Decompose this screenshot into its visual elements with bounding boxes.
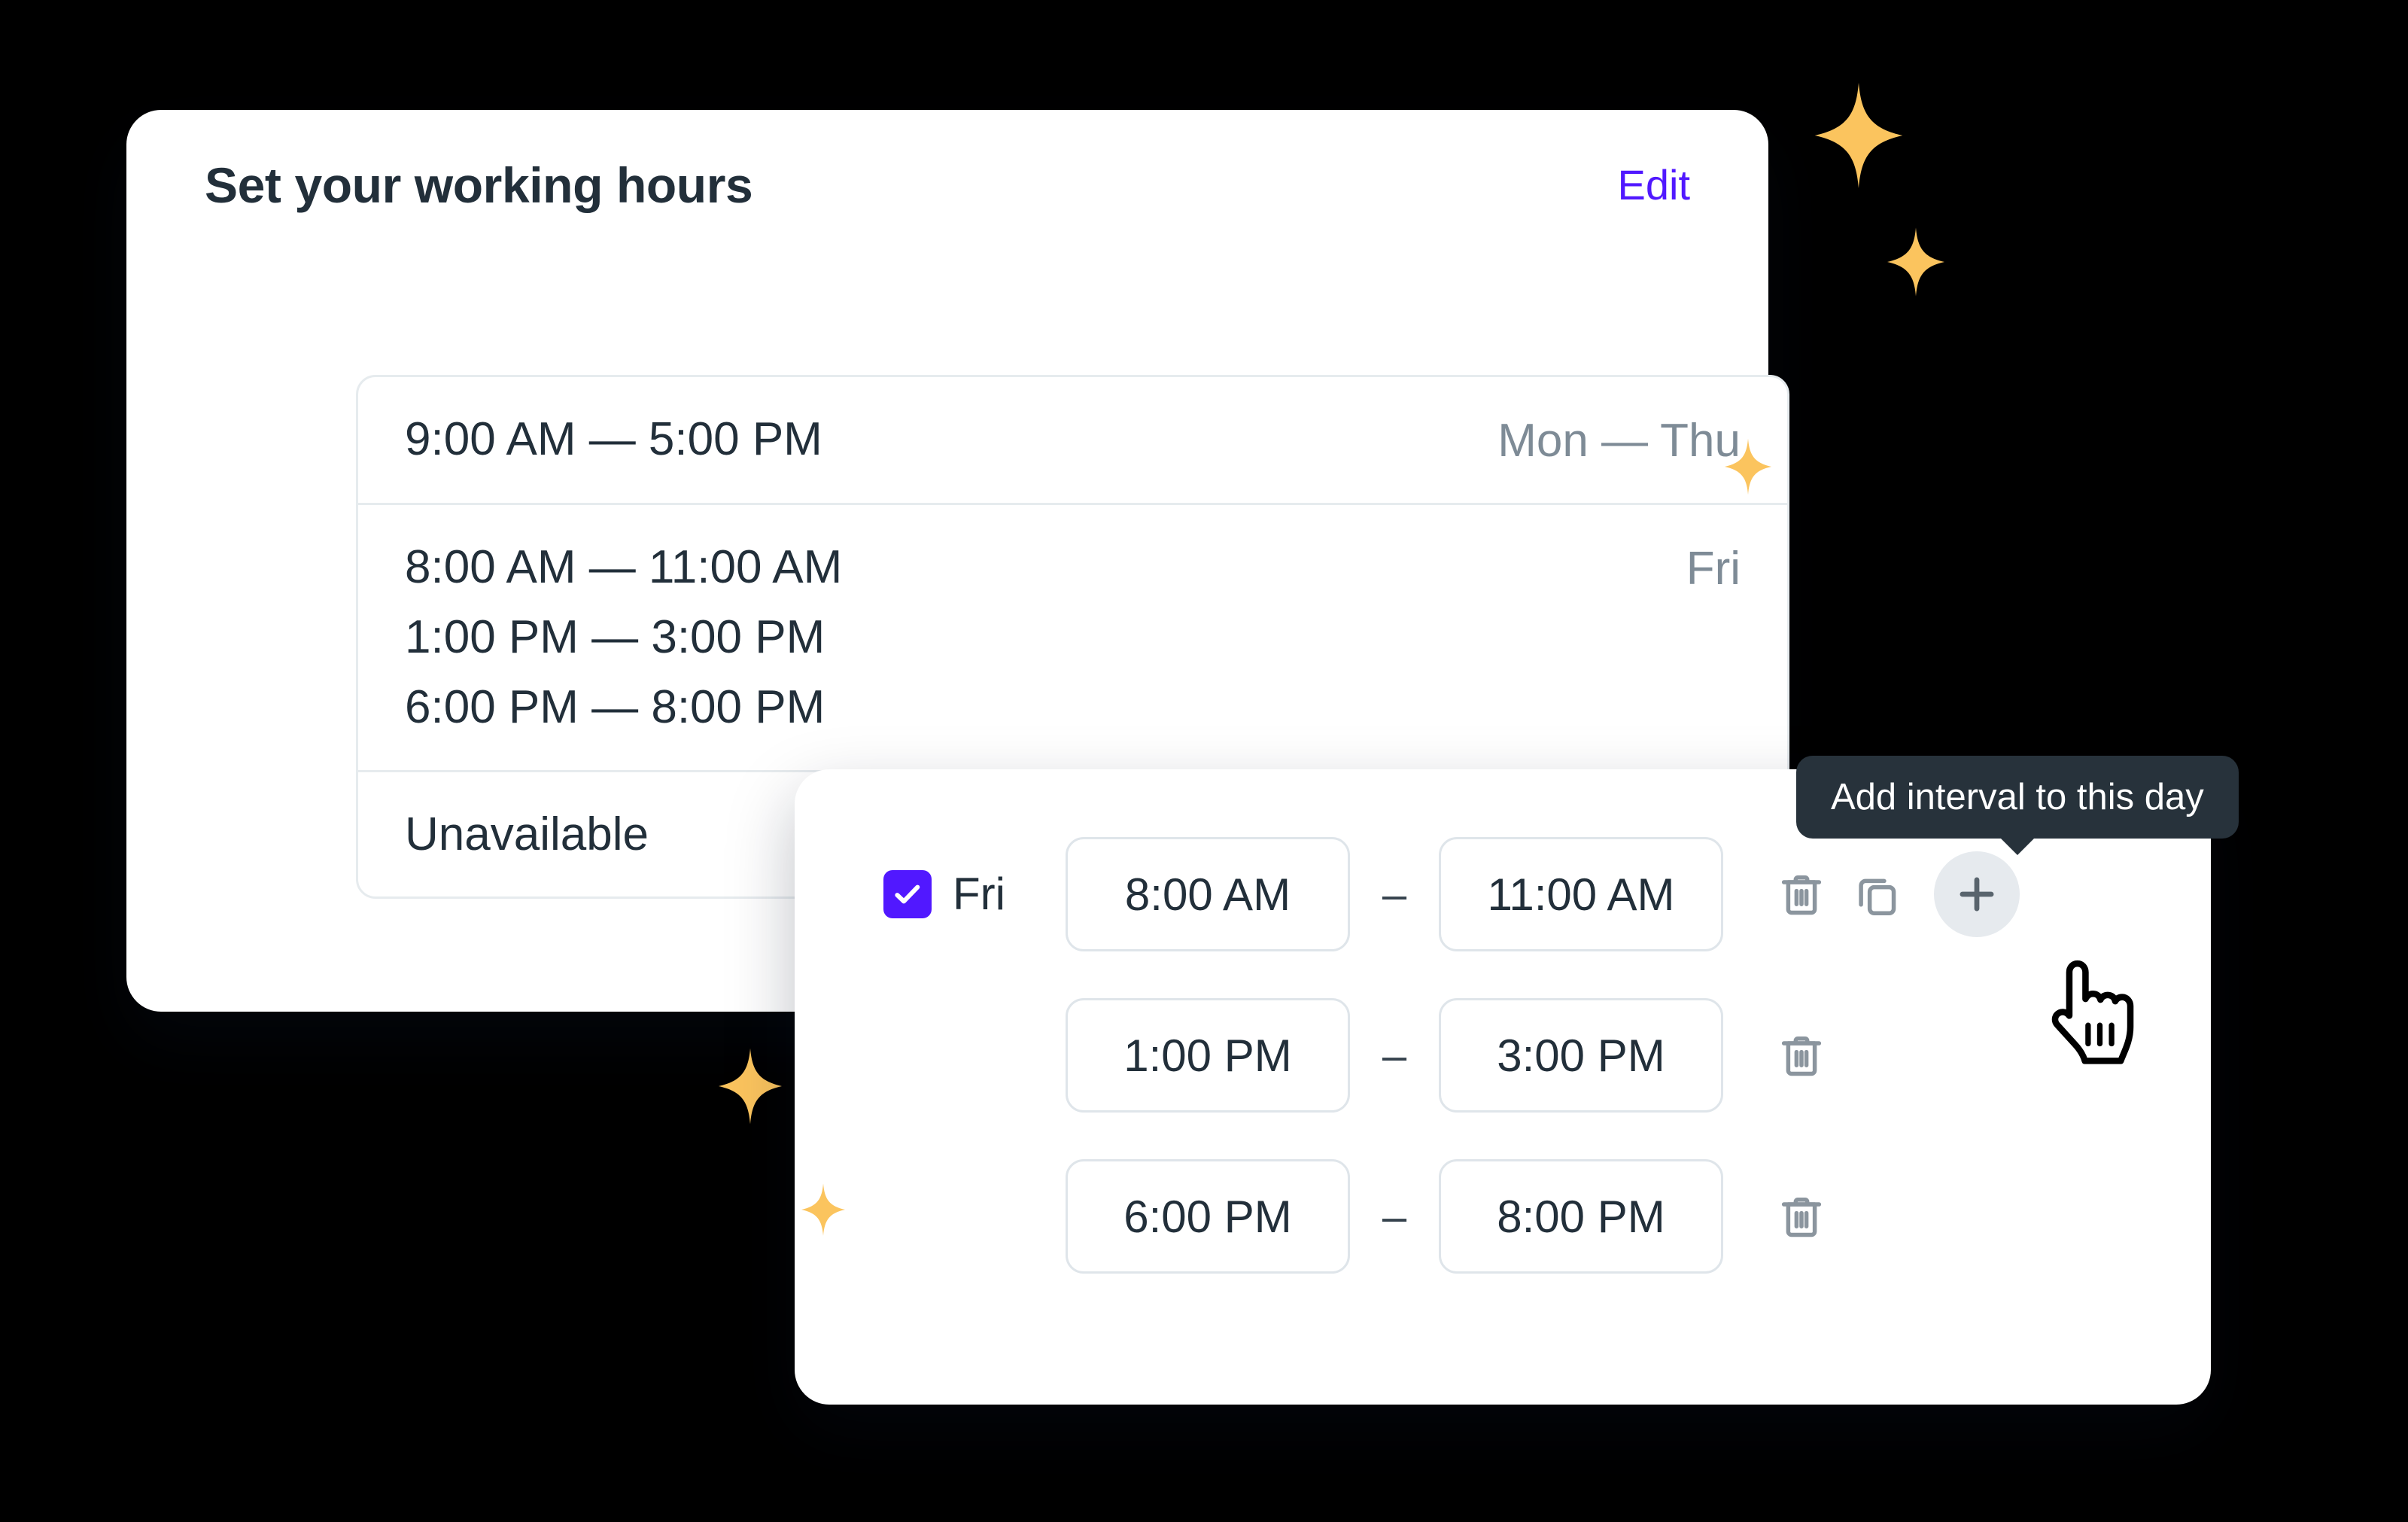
interval-text: 8:00 AM — 11:00 AM	[405, 541, 843, 594]
start-time-input[interactable]: 6:00 PM	[1066, 1159, 1350, 1274]
end-time-input[interactable]: 11:00 AM	[1439, 837, 1723, 951]
interval-text: 6:00 PM — 8:00 PM	[405, 681, 825, 734]
delete-interval-button[interactable]	[1764, 857, 1839, 932]
duplicate-interval-button[interactable]	[1839, 857, 1914, 932]
editor-rows: Fri 8:00 AM – 11:00 AM 1:00 PM – 3:00 PM…	[795, 820, 2211, 1290]
add-slot-empty	[1914, 1173, 2020, 1259]
unavailable-text: Unavailable	[405, 808, 649, 860]
duplicate-slot-empty	[1839, 1179, 1914, 1254]
page-title: Set your working hours	[205, 157, 753, 213]
day-range-label: Fri	[1686, 543, 1741, 595]
trash-icon	[1781, 1036, 1822, 1076]
end-time-input[interactable]: 3:00 PM	[1439, 998, 1723, 1113]
sparkle-mid-right-icon	[1725, 438, 1771, 495]
working-hours-row: 9:00 AM — 5:00 PM Mon — Thu	[358, 377, 1787, 506]
interval-group: Unavailable	[405, 807, 649, 862]
day-checkbox[interactable]	[883, 870, 932, 918]
editor-interval-row: 1:00 PM – 3:00 PM	[795, 982, 2211, 1129]
working-hours-row: 8:00 AM — 11:00 AM 1:00 PM — 3:00 PM 6:0…	[358, 505, 1787, 772]
start-time-input[interactable]: 8:00 AM	[1066, 837, 1350, 951]
edit-link[interactable]: Edit	[1618, 164, 1691, 206]
tooltip-text: Add interval to this day	[1831, 776, 2204, 817]
editor-interval-row: Fri 8:00 AM – 11:00 AM	[795, 820, 2211, 968]
interval-text: 1:00 PM — 3:00 PM	[405, 611, 825, 664]
sparkle-small-top-right-icon	[1887, 227, 1944, 297]
add-interval-button[interactable]	[1934, 851, 2020, 937]
end-time-input[interactable]: 8:00 PM	[1439, 1159, 1723, 1274]
add-slot-empty	[1914, 1012, 2020, 1098]
tooltip: Add interval to this day	[1796, 756, 2239, 855]
row-actions	[1723, 851, 2020, 937]
time-range-separator: –	[1382, 869, 1407, 919]
row-actions	[1723, 1012, 2020, 1098]
plus-icon	[1960, 877, 1994, 912]
interval-group: 8:00 AM — 11:00 AM 1:00 PM — 3:00 PM 6:0…	[405, 540, 842, 735]
trash-icon	[1781, 1197, 1822, 1237]
summary-card-header: Set your working hours Edit	[126, 110, 1768, 260]
delete-interval-button[interactable]	[1764, 1179, 1839, 1254]
interval-group: 9:00 AM — 5:00 PM	[405, 412, 822, 467]
delete-interval-button[interactable]	[1764, 1018, 1839, 1093]
day-range-label: Mon — Thu	[1497, 415, 1741, 467]
sparkle-large-top-right-icon	[1814, 83, 1904, 188]
copy-icon	[1859, 878, 1896, 916]
trash-icon	[1781, 875, 1822, 915]
interval-text: 9:00 AM — 5:00 PM	[405, 413, 822, 465]
sparkle-left-lower-icon	[719, 1048, 782, 1125]
tooltip-arrow	[1999, 837, 2036, 855]
interval-editor-card: Fri 8:00 AM – 11:00 AM 1:00 PM – 3:00 PM…	[795, 769, 2211, 1405]
day-name-label: Fri	[953, 869, 1005, 919]
time-range-separator: –	[1382, 1030, 1407, 1080]
checkmark-icon	[895, 884, 920, 904]
sparkle-left-lowest-icon	[801, 1183, 845, 1236]
screenshot-stage: Set your working hours Edit 9:00 AM — 5:…	[0, 0, 2408, 1522]
day-toggle-cell: Fri	[795, 870, 1066, 918]
duplicate-slot-empty	[1839, 1018, 1914, 1093]
row-actions	[1723, 1173, 2020, 1259]
time-range-separator: –	[1382, 1192, 1407, 1241]
editor-interval-row: 6:00 PM – 8:00 PM	[795, 1143, 2211, 1290]
start-time-input[interactable]: 1:00 PM	[1066, 998, 1350, 1113]
